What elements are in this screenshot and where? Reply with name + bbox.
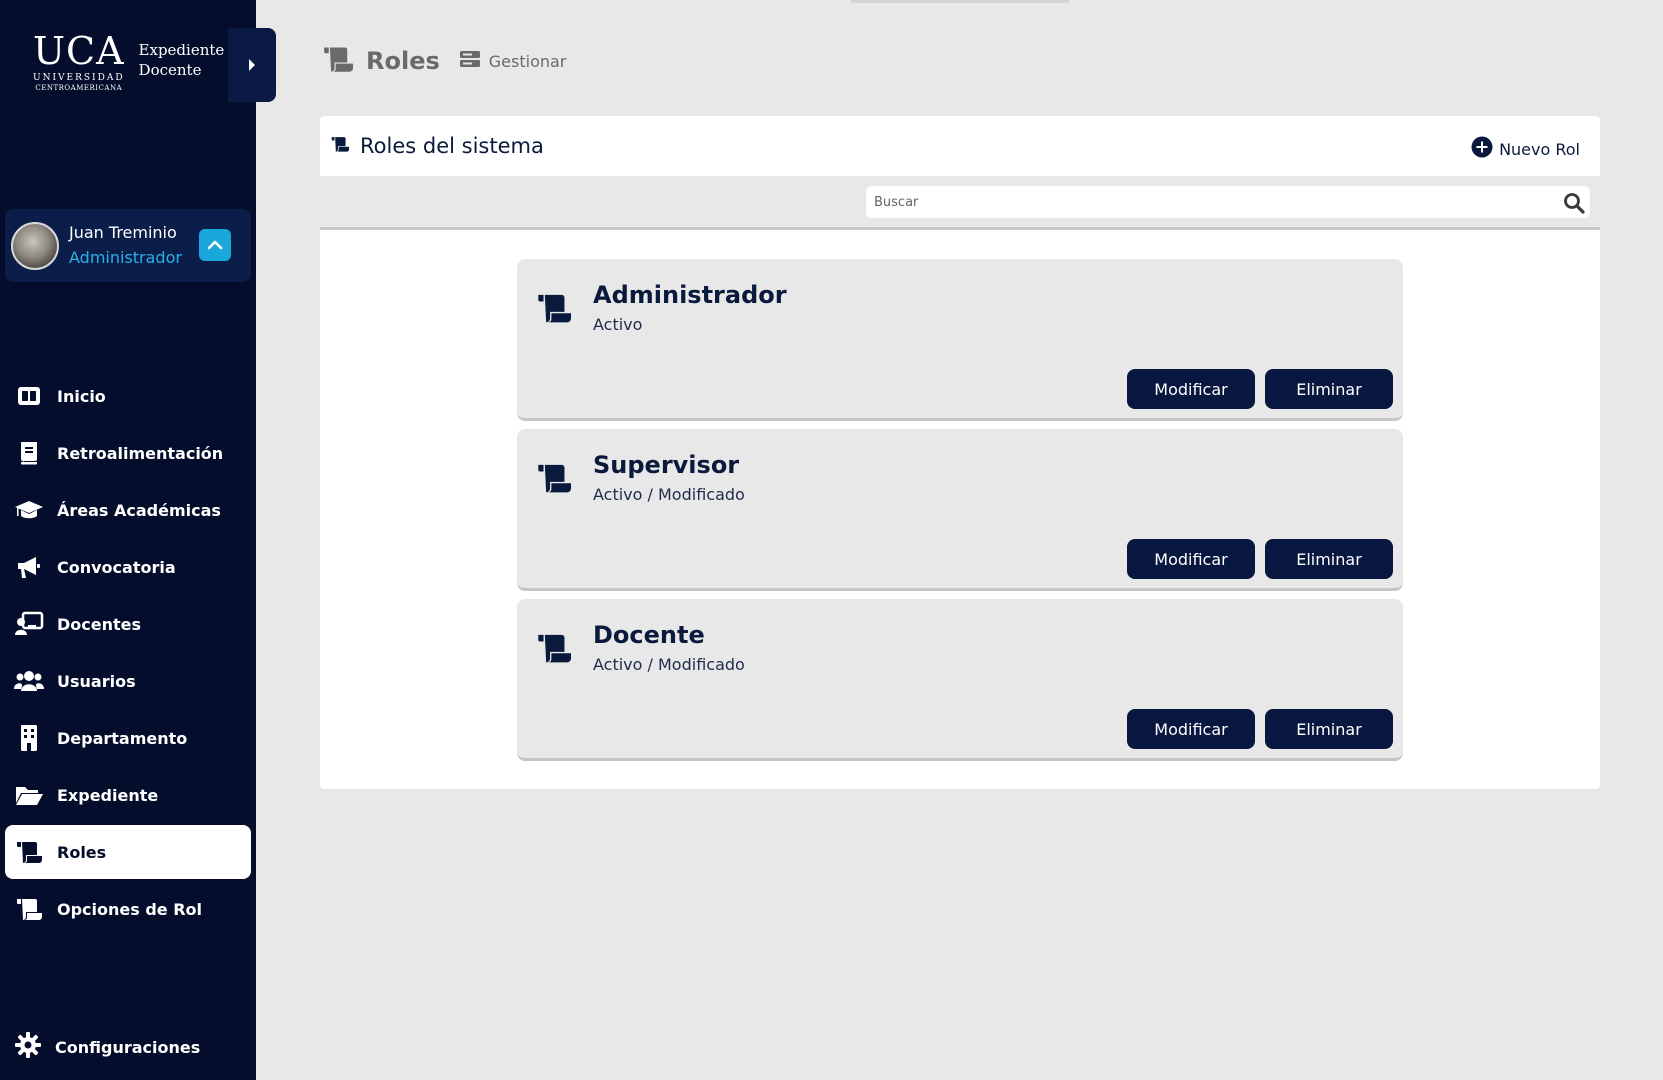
scroll-icon <box>535 291 573 329</box>
new-role-label: Nuevo Rol <box>1499 139 1580 159</box>
new-role-button[interactable]: Nuevo Rol <box>1471 136 1580 162</box>
sidebar: UCA UNIVERSIDAD CENTROAMERICANA Expedien… <box>0 0 276 1080</box>
dashboard-icon <box>14 383 44 409</box>
roles-panel: Roles del sistema Nuevo Rol Administrado… <box>320 116 1600 789</box>
page-header: Roles Gestionar <box>320 44 566 78</box>
user-card: Juan Treminio Administrador <box>5 209 251 282</box>
panel-header: Roles del sistema Nuevo Rol <box>320 116 1600 176</box>
role-actions: Modificar Eliminar <box>1117 539 1393 579</box>
building-icon <box>14 725 44 751</box>
scroll-icon <box>14 839 44 865</box>
folder-open-icon <box>14 782 44 808</box>
server-icon <box>459 50 480 72</box>
nav-label: Docentes <box>57 614 142 634</box>
user-name: Juan Treminio <box>69 222 177 242</box>
logo-sub-text-2: CENTROAMERICANA <box>35 84 123 92</box>
role-status: Activo <box>593 315 643 334</box>
role-list: Administrador Activo Modificar Eliminar … <box>517 259 1403 769</box>
caret-right-icon <box>249 59 255 71</box>
panel-title: Roles del sistema <box>360 134 544 158</box>
role-status: Activo / Modificado <box>593 485 745 504</box>
search-bar <box>320 176 1600 230</box>
teacher-icon <box>14 611 44 637</box>
breadcrumb-label: Gestionar <box>488 51 567 71</box>
uca-logo: UCA UNIVERSIDAD CENTROAMERICANA Expedien… <box>33 29 225 94</box>
nav-label: Usuarios <box>57 671 136 691</box>
nav-label: Configuraciones <box>55 1037 201 1057</box>
nav-label: Convocatoria <box>57 557 176 577</box>
nav-item-retroalimentacion[interactable]: Retroalimentación <box>5 426 251 480</box>
app-name-line-2: Docente <box>138 61 202 79</box>
nav-label: Inicio <box>57 386 106 406</box>
sidebar-collapse-button[interactable] <box>228 28 276 102</box>
role-card-supervisor: Supervisor Activo / Modificado Modificar… <box>517 429 1403 591</box>
scroll-icon <box>320 44 356 78</box>
role-name: Administrador <box>593 281 787 309</box>
nav-label: Áreas Académicas <box>57 500 221 520</box>
user-role: Administrador <box>69 247 182 267</box>
breadcrumb: Gestionar <box>459 50 567 72</box>
main-nav: Inicio Retroalimentación Áreas Académica… <box>5 369 251 936</box>
modify-button[interactable]: Modificar <box>1127 369 1255 409</box>
nav-item-configuraciones[interactable]: Configuraciones <box>5 1020 251 1074</box>
scroll-icon <box>535 631 573 669</box>
chevron-up-icon <box>207 240 223 250</box>
megaphone-icon <box>14 554 44 580</box>
graduation-cap-icon <box>14 497 44 523</box>
role-actions: Modificar Eliminar <box>1117 709 1393 749</box>
book-icon <box>14 440 44 466</box>
plus-circle-icon <box>1471 136 1493 162</box>
scroll-icon <box>14 896 44 922</box>
role-status: Activo / Modificado <box>593 655 745 674</box>
nav-label: Retroalimentación <box>57 443 224 463</box>
top-shadow <box>850 0 1070 3</box>
users-icon <box>14 668 44 694</box>
nav-item-convocatoria[interactable]: Convocatoria <box>5 540 251 594</box>
nav-item-opciones-de-rol[interactable]: Opciones de Rol <box>5 882 251 936</box>
nav-label: Opciones de Rol <box>57 899 203 919</box>
nav-item-areas-academicas[interactable]: Áreas Académicas <box>5 483 251 537</box>
role-actions: Modificar Eliminar <box>1117 369 1393 409</box>
modify-button[interactable]: Modificar <box>1127 709 1255 749</box>
logo-main-text: UCA <box>33 29 125 73</box>
nav-item-inicio[interactable]: Inicio <box>5 369 251 423</box>
search-input[interactable] <box>866 187 1536 217</box>
nav-label: Departamento <box>57 728 188 748</box>
search-box <box>866 186 1590 218</box>
delete-button[interactable]: Eliminar <box>1265 369 1393 409</box>
nav-item-docentes[interactable]: Docentes <box>5 597 251 651</box>
avatar <box>11 221 59 270</box>
role-name: Docente <box>593 621 705 649</box>
app-name-line-1: Expediente <box>138 41 225 59</box>
search-icon[interactable] <box>1562 191 1586 215</box>
scroll-icon <box>330 135 350 157</box>
nav-item-usuarios[interactable]: Usuarios <box>5 654 251 708</box>
nav-label: Expediente <box>57 785 159 805</box>
role-card-administrador: Administrador Activo Modificar Eliminar <box>517 259 1403 421</box>
page-title: Roles <box>366 47 440 75</box>
delete-button[interactable]: Eliminar <box>1265 709 1393 749</box>
gear-icon <box>14 1031 42 1063</box>
nav-label: Roles <box>57 842 107 862</box>
modify-button[interactable]: Modificar <box>1127 539 1255 579</box>
nav-item-expediente[interactable]: Expediente <box>5 768 251 822</box>
scroll-icon <box>535 461 573 499</box>
logo-sub-text: UNIVERSIDAD <box>33 73 125 83</box>
delete-button[interactable]: Eliminar <box>1265 539 1393 579</box>
role-name: Supervisor <box>593 451 740 479</box>
nav-item-roles[interactable]: Roles <box>5 825 251 879</box>
nav-item-departamento[interactable]: Departamento <box>5 711 251 765</box>
role-card-docente: Docente Activo / Modificado Modificar El… <box>517 599 1403 761</box>
user-menu-toggle[interactable] <box>199 229 231 261</box>
